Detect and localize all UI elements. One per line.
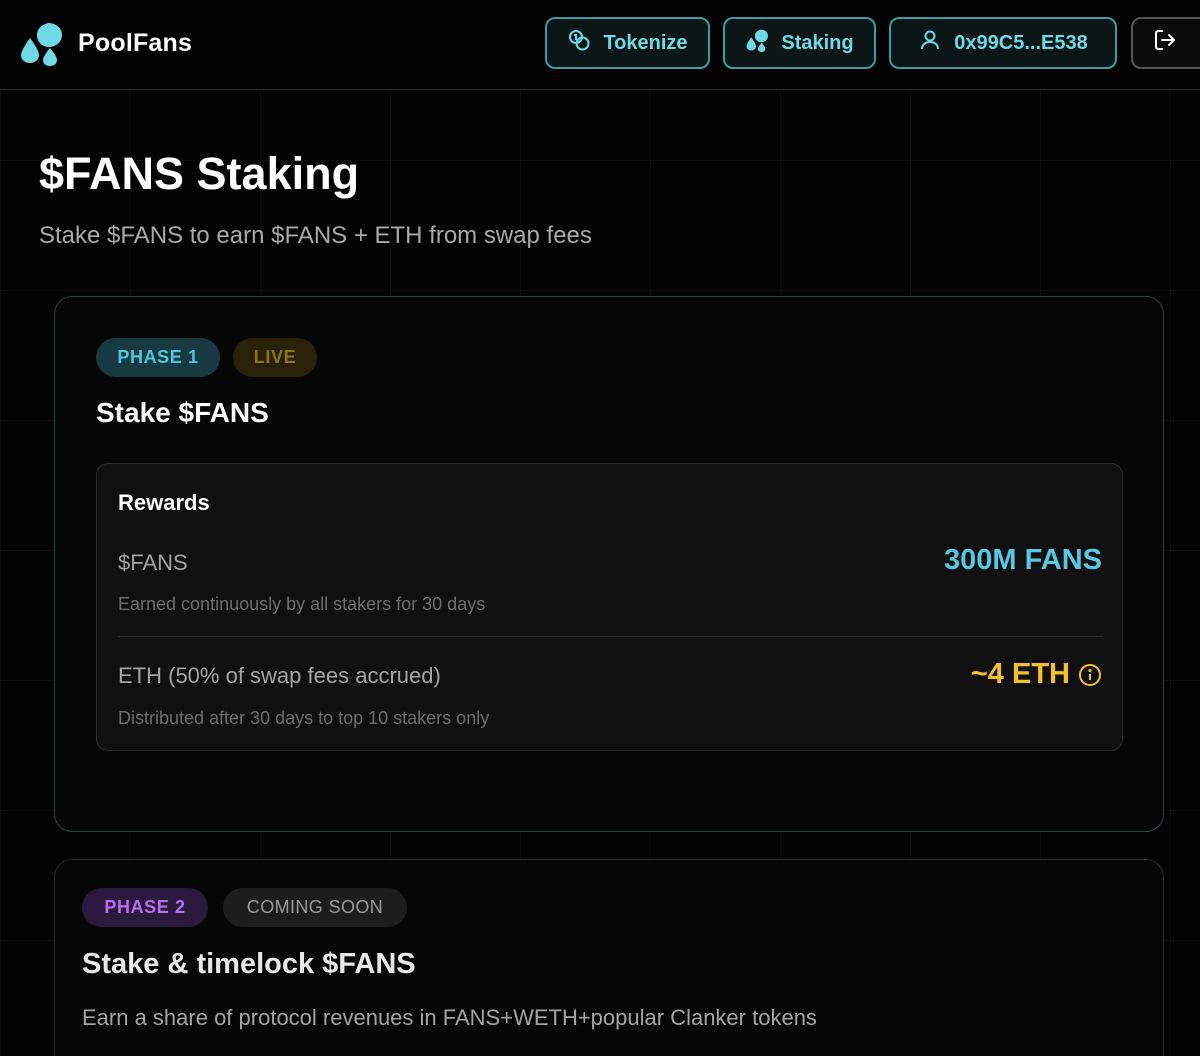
rewards-panel: Rewards $FANS 300M FANS Earned continuou…: [96, 463, 1123, 751]
phase-2-title: Stake & timelock $FANS: [82, 948, 416, 980]
live-status-badge: LIVE: [233, 338, 317, 377]
coins-icon: [567, 28, 591, 58]
eth-reward-name: ETH (50% of swap fees accrued): [118, 663, 441, 688]
phase-2-description: Earn a share of protocol revenues in FAN…: [82, 1005, 817, 1030]
fans-reward-value: 300M FANS: [944, 544, 1102, 576]
eth-reward-value-group: ~4 ETH: [971, 658, 1102, 691]
wallet-button[interactable]: 0x99C5...E538: [889, 17, 1117, 69]
logout-icon: [1153, 28, 1177, 58]
top-navigation-bar: PoolFans Tokenize Staking 0x99C5...E538: [0, 0, 1200, 90]
fans-reward-name: $FANS: [118, 550, 188, 575]
eth-reward-value: ~4 ETH: [970, 658, 1070, 690]
logout-button[interactable]: [1131, 17, 1200, 69]
wallet-address: 0x99C5...E538: [954, 31, 1088, 54]
tokenize-label: Tokenize: [603, 31, 688, 54]
droplets-icon: [745, 28, 769, 58]
droplets-logo-icon: [18, 20, 64, 66]
phase-2-badge: PHASE 2: [82, 888, 208, 927]
phase-1-badge: PHASE 1: [96, 338, 220, 377]
eth-reward-description: Distributed after 30 days to top 10 stak…: [118, 708, 490, 728]
staking-button[interactable]: Staking: [723, 17, 876, 69]
info-icon[interactable]: [1078, 663, 1102, 687]
coming-soon-badge: COMING SOON: [223, 888, 407, 927]
phase-2-card: PHASE 2 COMING SOON Stake & timelock $FA…: [54, 859, 1164, 1056]
page-subtitle: Stake $FANS to earn $FANS + ETH from swa…: [39, 222, 592, 249]
staking-label: Staking: [781, 31, 854, 54]
phase-1-title: Stake $FANS: [96, 397, 269, 428]
rewards-divider: [118, 636, 1103, 637]
tokenize-button[interactable]: Tokenize: [545, 17, 710, 69]
brand[interactable]: PoolFans: [18, 20, 192, 66]
phase-1-card: PHASE 1 LIVE Stake $FANS Rewards $FANS 3…: [54, 296, 1164, 832]
user-icon: [918, 28, 942, 58]
brand-name: PoolFans: [78, 28, 193, 57]
rewards-title: Rewards: [118, 490, 210, 515]
fans-reward-description: Earned continuously by all stakers for 3…: [118, 594, 486, 614]
page-title: $FANS Staking: [39, 148, 360, 199]
